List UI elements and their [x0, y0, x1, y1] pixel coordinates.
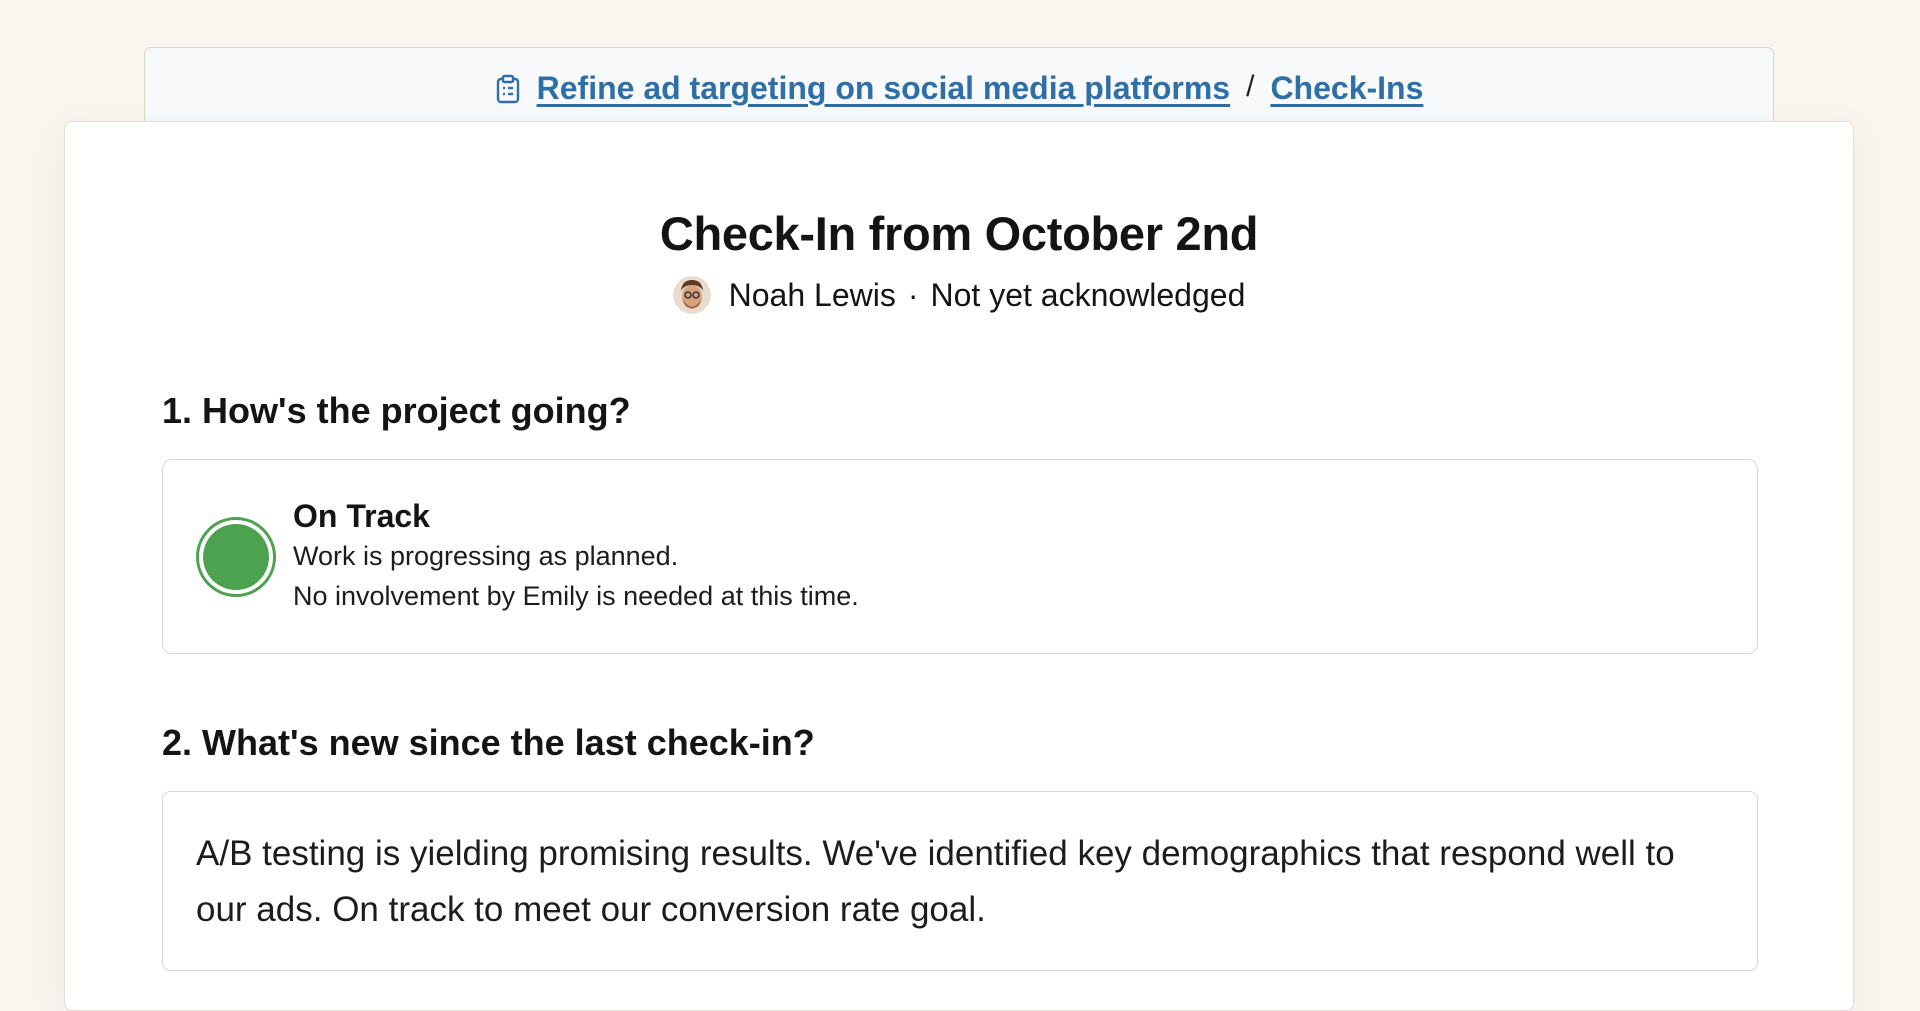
answer-text: A/B testing is yielding promising result…: [196, 834, 1675, 929]
on-track-status-icon: [196, 517, 276, 597]
status-box: On Track Work is progressing as planned.…: [162, 459, 1758, 654]
meta-separator: ·: [907, 276, 919, 313]
breadcrumb: Refine ad targeting on social media plat…: [144, 47, 1774, 127]
page-title: Check-In from October 2nd: [659, 207, 1259, 260]
status-description-line-2: No involvement by Emily is needed at thi…: [293, 581, 859, 611]
breadcrumb-separator: /: [1246, 70, 1255, 103]
checkin-meta: Noah Lewis · Not yet acknowledged: [65, 276, 1853, 314]
breadcrumb-project-link[interactable]: Refine ad targeting on social media plat…: [537, 70, 1230, 107]
checkin-card: Check-In from October 2nd Noah Lewis · N…: [64, 121, 1854, 1011]
answer-box: A/B testing is yielding promising result…: [162, 791, 1758, 971]
status-label: On Track: [293, 498, 430, 534]
question-1-heading: 1. How's the project going?: [162, 390, 631, 431]
status-description-line-1: Work is progressing as planned.: [293, 541, 679, 571]
avatar[interactable]: [672, 276, 711, 314]
clipboard-icon: [495, 74, 521, 104]
author-name[interactable]: Noah Lewis: [729, 277, 896, 314]
breadcrumb-checkins-link[interactable]: Check-Ins: [1270, 70, 1423, 107]
question-2-heading: 2. What's new since the last check-in?: [162, 722, 815, 763]
acknowledgement-status: Not yet acknowledged: [930, 276, 1246, 313]
